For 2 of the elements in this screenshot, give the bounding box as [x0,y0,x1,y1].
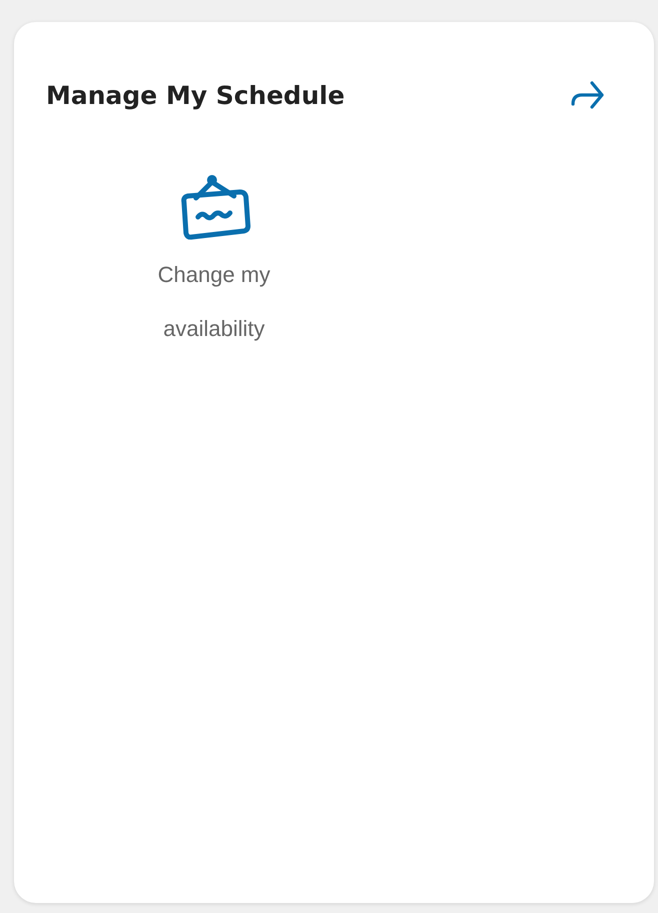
card-title: Manage My Schedule [46,80,345,110]
availability-link[interactable]: Change my availability [114,172,314,356]
